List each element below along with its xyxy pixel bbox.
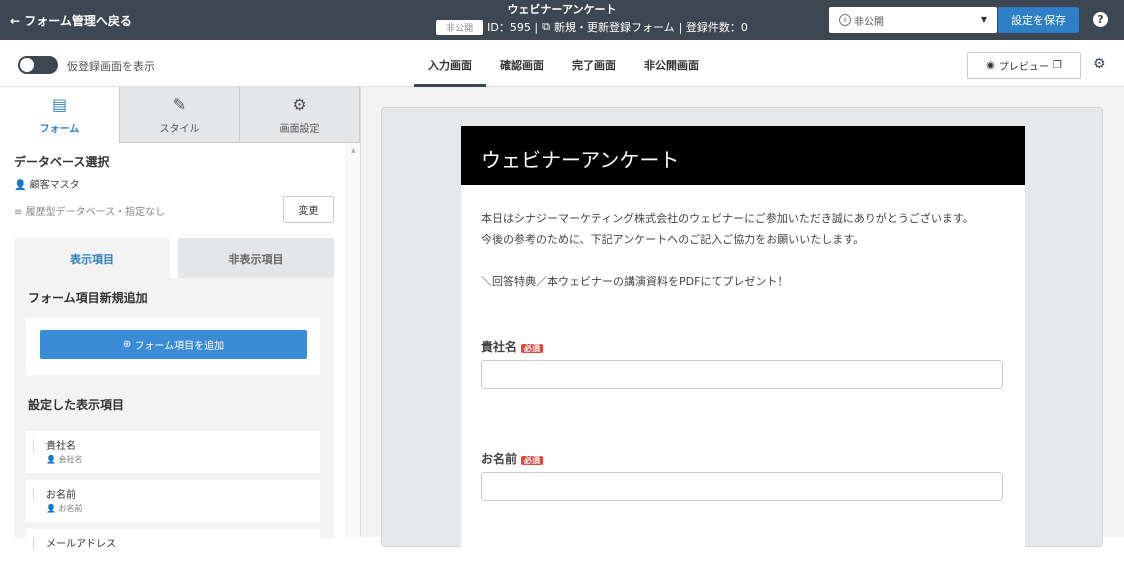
database-icon: ≡ — [14, 207, 23, 218]
company-name-label-text: 貴社名 — [481, 340, 518, 354]
preview-area: ウェビナーアンケート 本日はシナジーマーケティング株式会社のウェビナーにご参加い… — [361, 87, 1124, 556]
item-field-label: 会社名 — [58, 455, 83, 464]
list-item[interactable]: ⁝ ⁝ メールアドレス — [26, 529, 320, 571]
eye-icon: ◉ — [986, 60, 995, 71]
drag-handle-icon[interactable]: ⁝ ⁝ — [32, 537, 35, 553]
tab-style-label: スタイル — [159, 124, 200, 135]
drag-handle-icon[interactable]: ⁝ ⁝ — [32, 488, 35, 504]
tab-style[interactable]: ✎ スタイル — [120, 87, 240, 143]
gears-icon: ⚙ — [292, 95, 307, 114]
temporary-registration-toggle[interactable] — [18, 56, 58, 74]
preview-button[interactable]: ◉ プレビュー ❐ — [967, 52, 1081, 79]
intro-line-3: ＼回答特典／本ウェビナーの講演資料をPDFにてプレゼント！ — [481, 275, 789, 288]
copy-icon: ⧉ — [542, 20, 550, 33]
add-form-item-label: フォーム項目を追加 — [134, 341, 225, 352]
tab-hidden-items[interactable]: 非表示項目 — [178, 238, 334, 278]
configured-items-title: 設定した表示項目 — [28, 398, 125, 412]
help-icon[interactable]: ? — [1093, 12, 1108, 27]
status-badge: 非公開 — [436, 19, 484, 35]
item-name: お名前 — [46, 490, 76, 501]
history-database-label: 履歴型データベース・指定なし — [25, 207, 166, 218]
left-panel: ▤ フォーム ✎ スタイル ⚙ 画面設定 データベース選択 👤 顧客マスタ ≡ … — [0, 87, 361, 571]
visible-items-panel: フォーム項目新規追加 ⊕ フォーム項目を追加 設定した表示項目 ⁝ ⁝ 貴社名 👤… — [14, 278, 334, 571]
left-scroll-area: データベース選択 👤 顧客マスタ ≡ 履歴型データベース・指定なし 変更 表示項… — [0, 143, 346, 571]
tab-form[interactable]: ▤ フォーム — [0, 87, 120, 143]
customer-master-label: 顧客マスタ — [29, 180, 80, 191]
full-name-label: お名前 必須 — [481, 450, 544, 467]
item-name: メールアドレス — [46, 539, 116, 550]
list-item[interactable]: ⁝ ⁝ 貴社名 👤 会社名 — [26, 431, 320, 473]
document-icon: ▤ — [51, 95, 68, 114]
company-name-input[interactable] — [481, 360, 1003, 389]
preview-label: プレビュー — [998, 62, 1049, 73]
add-form-item-button[interactable]: ⊕ フォーム項目を追加 — [40, 330, 307, 359]
scroll-up-icon[interactable]: ▲ — [351, 147, 356, 154]
tab-visible-items[interactable]: 表示項目 — [14, 238, 170, 278]
user-icon: 👤 — [46, 455, 56, 464]
toggle-label: 仮登録画面を表示 — [67, 60, 155, 73]
magic-wand-icon: ✎ — [172, 95, 187, 114]
item-field-label: お名前 — [58, 504, 83, 513]
item-tabs: 表示項目 非表示項目 — [14, 238, 334, 278]
preview-frame: ウェビナーアンケート 本日はシナジーマーケティング株式会社のウェビナーにご参加い… — [381, 107, 1103, 556]
caret-down-icon: ▼ — [980, 15, 987, 24]
required-badge: 必須 — [521, 456, 544, 465]
user-icon: 👤 — [14, 180, 27, 191]
form-id: ID：595 | — [487, 21, 539, 34]
database-select-title: データベース選択 — [14, 155, 110, 169]
left-scrollbar[interactable]: ▲ — [346, 143, 360, 537]
plus-circle-icon: ⊕ — [122, 339, 132, 350]
change-button[interactable]: 変更 — [283, 196, 334, 223]
save-settings-button[interactable]: 設定を保存 — [998, 7, 1079, 33]
list-item[interactable]: ⁝ ⁝ お名前 👤 お名前 — [26, 480, 320, 522]
screen-tabs: 入力画面 確認画面 完了画面 非公開画面 — [414, 40, 713, 87]
tab-screen-settings-label: 画面設定 — [279, 124, 320, 135]
form-type: 新規・更新登録フォーム — [553, 21, 675, 34]
item-field: 👤 会社名 — [46, 454, 320, 465]
sub-toolbar: 仮登録画面を表示 入力画面 確認画面 完了画面 非公開画面 ◉ プレビュー ❐ … — [0, 40, 1124, 87]
history-database: ≡ 履歴型データベース・指定なし — [14, 203, 165, 218]
gear-icon[interactable]: ⚙ — [1093, 56, 1106, 72]
pause-icon: II — [839, 14, 851, 26]
customer-master: 👤 顧客マスタ — [14, 176, 80, 191]
add-item-box: ⊕ フォーム項目を追加 — [26, 318, 320, 375]
tab-screen-settings[interactable]: ⚙ 画面設定 — [240, 87, 360, 143]
item-field: 👤 お名前 — [46, 503, 320, 514]
intro-line-1: 本日はシナジーマーケティング株式会社のウェビナーにご参加いただき誠にありがとうご… — [481, 212, 974, 225]
add-item-title: フォーム項目新規追加 — [28, 291, 148, 305]
tab-confirm[interactable]: 確認画面 — [486, 40, 558, 87]
company-name-label: 貴社名 必須 — [481, 338, 544, 355]
required-badge: 必須 — [521, 344, 544, 353]
window-icon: ❐ — [1052, 60, 1062, 71]
form-preview-title: ウェビナーアンケート — [461, 126, 1025, 185]
tab-input[interactable]: 入力画面 — [414, 40, 486, 87]
user-icon: 👤 — [46, 504, 56, 513]
item-name: 貴社名 — [46, 441, 76, 452]
left-tabs: ▤ フォーム ✎ スタイル ⚙ 画面設定 — [0, 87, 360, 143]
full-name-label-text: お名前 — [481, 452, 518, 466]
intro-line-2: 今後の参考のために、下記アンケートへのご記入ご協力をお願いいたします。 — [481, 233, 865, 246]
drag-handle-icon[interactable]: ⁝ ⁝ — [32, 439, 35, 455]
publish-status-value: 非公開 — [854, 16, 884, 28]
top-bar: ← フォーム管理へ戻る ウェビナーアンケート 非公開 ID：595 | ⧉ 新規… — [0, 0, 1124, 40]
publish-status-select[interactable]: II 非公開 ▼ — [829, 7, 997, 33]
full-name-input[interactable] — [481, 472, 1003, 501]
tab-form-label: フォーム — [39, 124, 80, 135]
form-preview: ウェビナーアンケート 本日はシナジーマーケティング株式会社のウェビナーにご参加い… — [461, 126, 1025, 556]
tab-complete[interactable]: 完了画面 — [558, 40, 630, 87]
tab-private[interactable]: 非公開画面 — [630, 40, 713, 87]
form-intro: 本日はシナジーマーケティング株式会社のウェビナーにご参加いただき誠にありがとうご… — [481, 208, 974, 292]
registration-count: | 登録件数：0 — [678, 21, 748, 34]
